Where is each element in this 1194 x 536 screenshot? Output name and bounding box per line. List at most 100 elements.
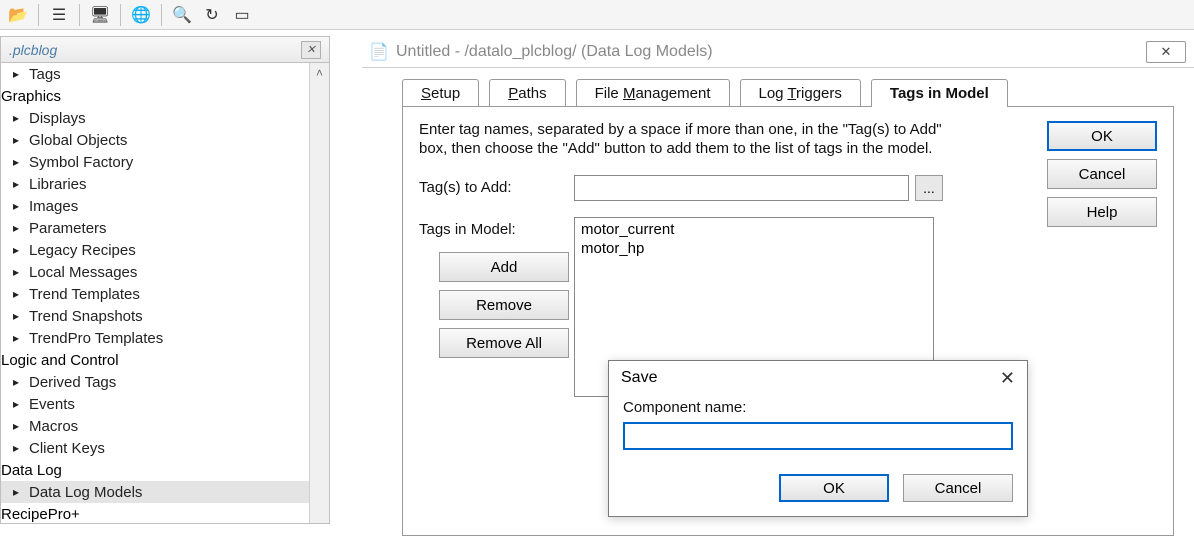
add-button[interactable]: Add <box>439 252 569 282</box>
tree-item-label: Images <box>29 198 78 215</box>
tree-item[interactable]: ▸Images <box>1 195 329 217</box>
tree-item-label: Libraries <box>29 176 87 193</box>
refresh-icon[interactable]: ↻ <box>198 2 226 28</box>
list-item[interactable]: motor_current <box>581 220 927 240</box>
cancel-button[interactable]: Cancel <box>1047 159 1157 189</box>
tree-item-icon: ▸ <box>7 308 25 324</box>
tree-item[interactable]: ▸Global Objects <box>1 129 329 151</box>
save-dialog-title-bar: Save ✕ <box>609 361 1027 395</box>
tree-item[interactable]: ▸Client Keys <box>1 437 329 459</box>
tree-item-icon: ▸ <box>7 330 25 346</box>
tree-scrollbar[interactable]: ˄ <box>309 63 329 523</box>
tree-item-icon: ▸ <box>7 176 25 192</box>
tree-item-label: Global Objects <box>29 132 127 149</box>
tree-item-icon: ▸ <box>7 198 25 214</box>
tree-item-icon: ▸ <box>7 440 25 456</box>
browse-tags-button[interactable]: ... <box>915 175 943 201</box>
tab[interactable]: File Management <box>576 79 730 107</box>
tab[interactable]: Log Triggers <box>740 79 861 107</box>
tree-item[interactable]: ▸Trend Templates <box>1 283 329 305</box>
monitor-icon[interactable]: 🖥 <box>86 2 114 28</box>
instructions-text: Enter tag names, separated by a space if… <box>419 121 959 159</box>
tree-item-icon: ▸ <box>7 242 25 258</box>
tree-item-label: Displays <box>29 110 86 127</box>
tree-item[interactable]: ▸Symbol Factory <box>1 151 329 173</box>
tree-item[interactable]: Graphics <box>1 85 329 107</box>
help-button[interactable]: Help <box>1047 197 1157 227</box>
document-icon: 📄 <box>370 43 388 61</box>
tab[interactable]: Paths <box>489 79 565 107</box>
tree-item[interactable]: ▸Macros <box>1 415 329 437</box>
tree-item-label: Events <box>29 396 75 413</box>
remove-button[interactable]: Remove <box>439 290 569 320</box>
tree-item-label: Trend Snapshots <box>29 308 143 325</box>
window-title-bar: 📄 Untitled - /datalo_plcblog/ (Data Log … <box>362 36 1194 68</box>
tree-item-icon: ▸ <box>7 110 25 126</box>
tree-item-label: Derived Tags <box>29 374 116 391</box>
tree-item-label: Local Messages <box>29 264 137 281</box>
tree-item[interactable]: ▸Events <box>1 393 329 415</box>
tree-item-icon: ▸ <box>7 66 25 82</box>
tree-item[interactable]: ▸Parameters <box>1 217 329 239</box>
sidebar-title-bar: .plcblog ✕ <box>1 37 329 63</box>
tree-item-label: Macros <box>29 418 78 435</box>
tree-item[interactable]: ▸Displays <box>1 107 329 129</box>
tree-item[interactable]: Data Log <box>1 459 329 481</box>
explorer-tree: ▸TagsGraphics▸Displays▸Global Objects▸Sy… <box>1 63 329 523</box>
sidebar-title: .plcblog <box>9 42 57 58</box>
tags-to-add-label: Tag(s) to Add: <box>419 175 574 196</box>
list-button-column: Add Remove Remove All <box>439 252 569 358</box>
save-dialog-close-icon[interactable]: ✕ <box>1000 368 1015 389</box>
remove-all-button[interactable]: Remove All <box>439 328 569 358</box>
tree-item-icon: ▸ <box>7 484 25 500</box>
tree-item[interactable]: ▸Legacy Recipes <box>1 239 329 261</box>
scroll-up-icon[interactable]: ˄ <box>310 63 329 83</box>
save-dialog: Save ✕ Component name: OK Cancel <box>608 360 1028 517</box>
tree-item[interactable]: Logic and Control <box>1 349 329 371</box>
tree-item[interactable]: ▸TrendPro Templates <box>1 327 329 349</box>
tree-item-label: TrendPro Templates <box>29 330 163 347</box>
tab[interactable]: Setup <box>402 79 479 107</box>
binoculars-icon[interactable]: 🔍 <box>168 2 196 28</box>
tree-item-icon: ▸ <box>7 264 25 280</box>
tree-item-icon: ▸ <box>7 418 25 434</box>
tree-item[interactable]: ▸Local Messages <box>1 261 329 283</box>
tree-item[interactable]: RecipePro+ <box>1 503 329 523</box>
toolbar-separator <box>161 4 162 26</box>
ok-button[interactable]: OK <box>1047 121 1157 151</box>
tree-item[interactable]: ▸Data Log Models <box>1 481 329 503</box>
tree-item-label: Tags <box>29 66 61 83</box>
list-icon[interactable]: ☰ <box>45 2 73 28</box>
save-ok-button[interactable]: OK <box>779 474 889 502</box>
explorer-sidebar: .plcblog ✕ ▸TagsGraphics▸Displays▸Global… <box>0 36 330 524</box>
globe-icon[interactable]: 🌐 <box>127 2 155 28</box>
tree-item[interactable]: ▸Trend Snapshots <box>1 305 329 327</box>
dialog-button-column: OK Cancel Help <box>1047 121 1157 227</box>
sidebar-close-button[interactable]: ✕ <box>301 41 321 59</box>
tree-item-label: Data Log <box>1 462 62 479</box>
list-item[interactable]: motor_hp <box>581 239 927 259</box>
folder-open-icon[interactable]: 📂 <box>4 2 32 28</box>
window-close-button[interactable]: ✕ <box>1146 41 1186 63</box>
toolbar-separator <box>38 4 39 26</box>
tree-item[interactable]: ▸Derived Tags <box>1 371 329 393</box>
tags-to-add-input[interactable] <box>574 175 909 201</box>
tree-item-label: Parameters <box>29 220 107 237</box>
toolbar-separator <box>120 4 121 26</box>
main-toolbar: 📂 ☰ 🖥 🌐 🔍 ↻ ▭ <box>0 0 1194 30</box>
tree-item-label: Graphics <box>1 88 61 105</box>
component-name-input[interactable] <box>623 422 1013 450</box>
tree-item-icon: ▸ <box>7 374 25 390</box>
save-cancel-button[interactable]: Cancel <box>903 474 1013 502</box>
component-name-label: Component name: <box>623 399 1013 416</box>
tree-item-label: Logic and Control <box>1 352 119 369</box>
tab-row: Setup Paths File Management Log Triggers Tag… <box>362 68 1194 106</box>
tree-item-icon: ▸ <box>7 396 25 412</box>
tab[interactable]: Tags in Model <box>871 79 1008 107</box>
tree-item-label: Symbol Factory <box>29 154 133 171</box>
tree-item-label: Data Log Models <box>29 484 142 501</box>
tree-item[interactable]: ▸Libraries <box>1 173 329 195</box>
window-icon[interactable]: ▭ <box>228 2 256 28</box>
tree-item[interactable]: ▸Tags <box>1 63 329 85</box>
tree-item-label: Client Keys <box>29 440 105 457</box>
